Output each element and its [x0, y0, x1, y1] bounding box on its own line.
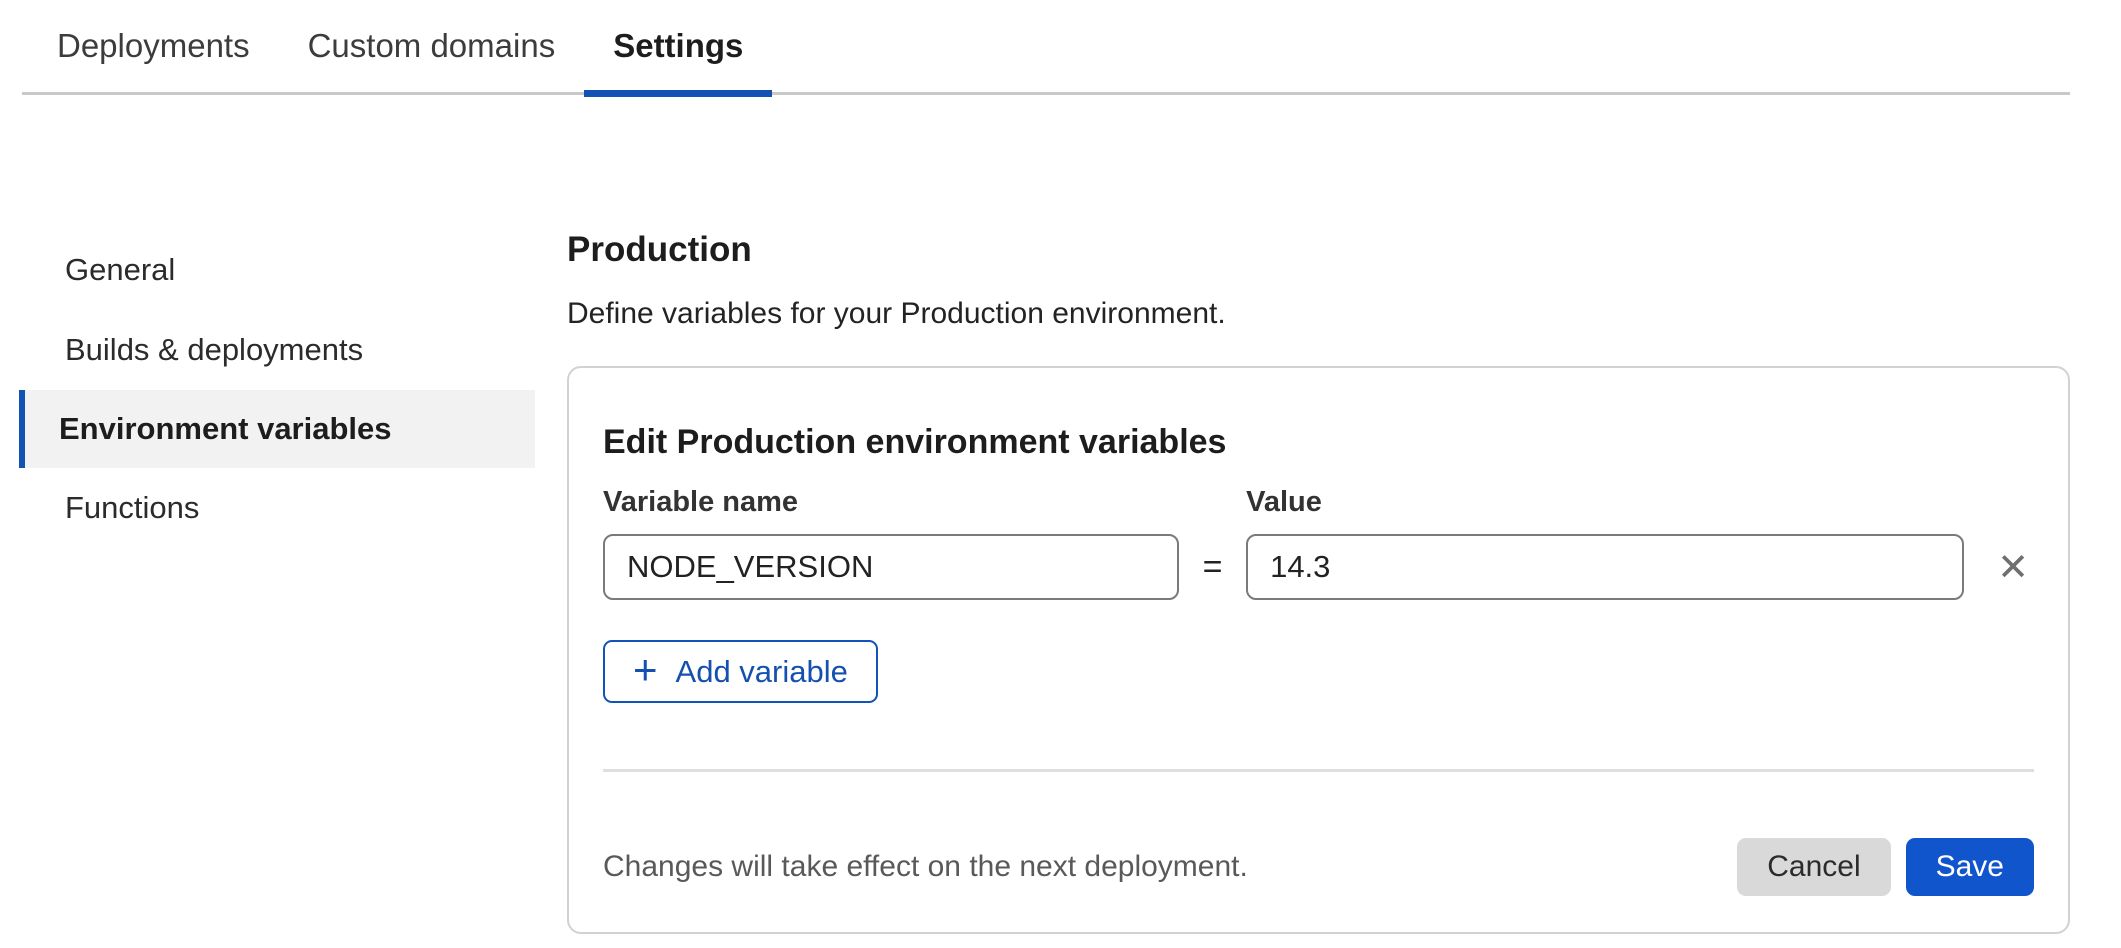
tab-list: Deployments Custom domains Settings: [22, 0, 2070, 92]
remove-wrap: ✕: [1992, 534, 2034, 600]
sidebar-item-general[interactable]: General: [19, 230, 535, 310]
settings-sidebar: General Builds & deployments Environment…: [19, 230, 535, 548]
cancel-button[interactable]: Cancel: [1737, 838, 1890, 896]
tab-bar: Deployments Custom domains Settings: [22, 0, 2070, 95]
variable-value-field: Value: [1246, 486, 1964, 600]
env-vars-card: Edit Production environment variables Va…: [567, 366, 2070, 934]
footer-note: Changes will take effect on the next dep…: [603, 850, 1248, 884]
page-description: Define variables for your Production env…: [567, 294, 2071, 334]
sidebar-item-builds-deployments[interactable]: Builds & deployments: [19, 310, 535, 390]
close-icon: ✕: [1997, 545, 2029, 589]
tab-deployments[interactable]: Deployments: [28, 0, 279, 92]
equals-wrap: =: [1179, 534, 1246, 600]
divider: [603, 769, 2034, 772]
equals-sign: =: [1203, 548, 1223, 587]
tab-settings[interactable]: Settings: [584, 0, 772, 92]
remove-variable-button[interactable]: ✕: [1993, 544, 2033, 590]
variable-value-input[interactable]: [1246, 534, 1964, 600]
tab-custom-domains[interactable]: Custom domains: [279, 0, 585, 92]
page-title: Production: [567, 230, 2071, 270]
variable-name-field: Variable name: [603, 486, 1179, 600]
variable-row: Variable name = Value ✕: [603, 486, 2034, 600]
plus-icon: +: [633, 649, 658, 691]
footer-actions: Cancel Save: [1737, 838, 2034, 896]
add-variable-button[interactable]: + Add variable: [603, 640, 878, 703]
card-title: Edit Production environment variables: [603, 368, 2034, 464]
project-settings-page: Deployments Custom domains Settings Gene…: [0, 0, 2121, 948]
main-content: Production Define variables for your Pro…: [567, 230, 2071, 934]
save-button[interactable]: Save: [1906, 838, 2034, 896]
value-label: Value: [1246, 486, 1964, 519]
card-footer: Changes will take effect on the next dep…: [603, 838, 2034, 932]
variable-name-input[interactable]: [603, 534, 1179, 600]
sidebar-item-environment-variables[interactable]: Environment variables: [19, 390, 535, 468]
add-variable-label: Add variable: [676, 654, 848, 690]
variable-name-label: Variable name: [603, 486, 1179, 519]
sidebar-item-functions[interactable]: Functions: [19, 468, 535, 548]
